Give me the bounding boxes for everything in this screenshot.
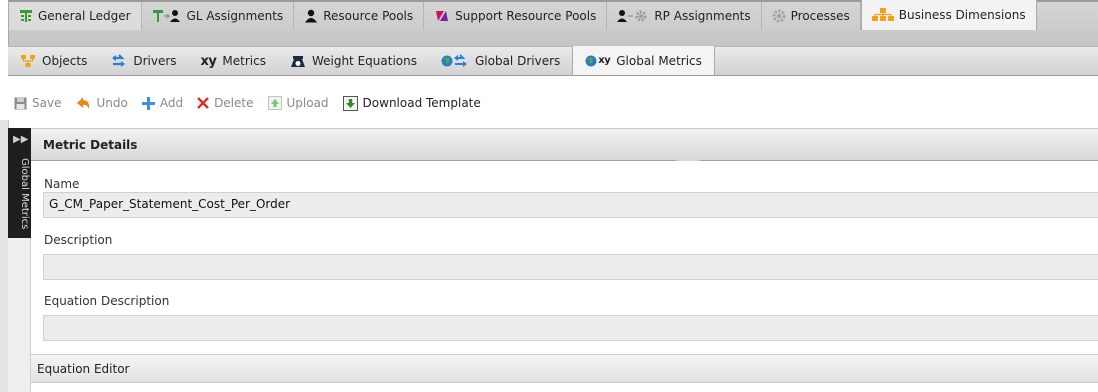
metrics-xy-icon: xy	[598, 55, 611, 66]
tab-label: GL Assignments	[186, 9, 284, 23]
tab-label: Support Resource Pools	[455, 9, 597, 23]
floppy-disk-icon	[14, 97, 27, 110]
side-panel-label: Global Metrics	[19, 158, 30, 230]
tab-support-resource-pools[interactable]: Support Resource Pools	[424, 2, 608, 30]
download-template-label: Download Template	[362, 96, 481, 110]
download-icon	[342, 95, 358, 111]
tab-label: Objects	[42, 54, 88, 68]
tab-label: Drivers	[133, 54, 177, 68]
undo-button[interactable]: Undo	[75, 96, 128, 110]
person-icon	[304, 9, 318, 23]
equation-description-field[interactable]	[43, 315, 1098, 341]
objects-icon	[20, 54, 36, 68]
tab-label: Weight Equations	[311, 54, 417, 68]
tab-gl-assignments[interactable]: GL Assignments	[142, 2, 295, 30]
gear-icon	[772, 9, 786, 23]
tab-label: Business Dimensions	[898, 8, 1026, 22]
tab-objects[interactable]: Objects	[8, 47, 99, 75]
name-label: Name	[44, 177, 80, 191]
metric-details-form: Name G_CM_Paper_Statement_Cost_Per_Order…	[31, 161, 1098, 354]
support-pools-icon	[434, 9, 450, 23]
side-panel-column	[8, 238, 31, 392]
tab-label: RP Assignments	[654, 9, 751, 23]
tab-label: Resource Pools	[323, 9, 414, 23]
top-navigation: General Ledger GL Assignments Resource P…	[8, 0, 1098, 47]
description-field[interactable]	[43, 254, 1098, 280]
panel-title: Metric Details	[43, 137, 138, 152]
metric-details-header: Metric Details	[31, 128, 1098, 161]
upload-button[interactable]: Upload	[267, 96, 329, 110]
globe-icon	[585, 55, 597, 67]
description-label: Description	[44, 233, 113, 247]
tab-label: Global Drivers	[474, 54, 561, 68]
add-label: Add	[159, 96, 184, 110]
name-field[interactable]: G_CM_Paper_Statement_Cost_Per_Order	[43, 192, 1098, 218]
expand-arrows-icon[interactable]: ▶▶	[13, 134, 28, 145]
tab-weight-equations[interactable]: Weight Equations	[278, 47, 429, 75]
tab-global-drivers[interactable]: Global Drivers	[429, 47, 572, 75]
metrics-xy-icon: xy	[200, 53, 217, 69]
tab-label: General Ledger	[38, 9, 131, 23]
gl-assignments-icon	[152, 9, 182, 23]
tab-general-ledger[interactable]: General Ledger	[9, 2, 142, 30]
tab-drivers[interactable]: Drivers	[99, 47, 188, 75]
tab-metrics[interactable]: xy Metrics	[189, 47, 278, 75]
tab-resource-pools[interactable]: Resource Pools	[294, 2, 425, 30]
tab-processes[interactable]: Processes	[762, 2, 861, 30]
tab-label: Global Metrics	[616, 53, 702, 68]
scale-icon	[290, 54, 306, 68]
add-button[interactable]: Add	[141, 96, 184, 110]
business-dimensions-icon	[871, 8, 894, 22]
upload-label: Upload	[286, 96, 329, 110]
global-metrics-side-panel[interactable]: ▶▶ Global Metrics	[8, 128, 31, 238]
equation-description-label: Equation Description	[44, 294, 170, 308]
sub-navigation: Objects Drivers xy Metrics Weight Equati…	[8, 46, 1098, 76]
tab-label: Metrics	[222, 54, 266, 68]
tab-business-dimensions[interactable]: Business Dimensions	[860, 0, 1037, 30]
rp-assignments-icon	[617, 9, 649, 23]
delete-label: Delete	[214, 96, 254, 110]
delete-button[interactable]: Delete	[197, 96, 254, 110]
delete-x-icon	[197, 97, 209, 109]
upload-icon	[267, 96, 282, 110]
download-template-button[interactable]: Download Template	[342, 95, 481, 111]
drivers-icon	[111, 54, 127, 68]
save-button[interactable]: Save	[14, 96, 61, 110]
equation-editor-header[interactable]: Equation Editor	[31, 354, 1098, 383]
tab-rp-assignments[interactable]: RP Assignments	[607, 2, 762, 30]
save-label: Save	[32, 96, 62, 110]
tab-label: Processes	[790, 9, 850, 23]
plus-icon	[141, 96, 155, 110]
undo-label: Undo	[96, 96, 128, 110]
undo-icon	[75, 96, 91, 110]
equation-editor-label: Equation Editor	[37, 361, 130, 376]
tab-global-metrics[interactable]: xy Global Metrics	[572, 46, 715, 75]
toolbar: Save Undo Add Delete Upload Download Tem…	[8, 88, 1098, 118]
equation-editor-body	[31, 383, 1098, 392]
general-ledger-icon	[19, 9, 33, 23]
globe-drivers-icon	[441, 54, 469, 68]
